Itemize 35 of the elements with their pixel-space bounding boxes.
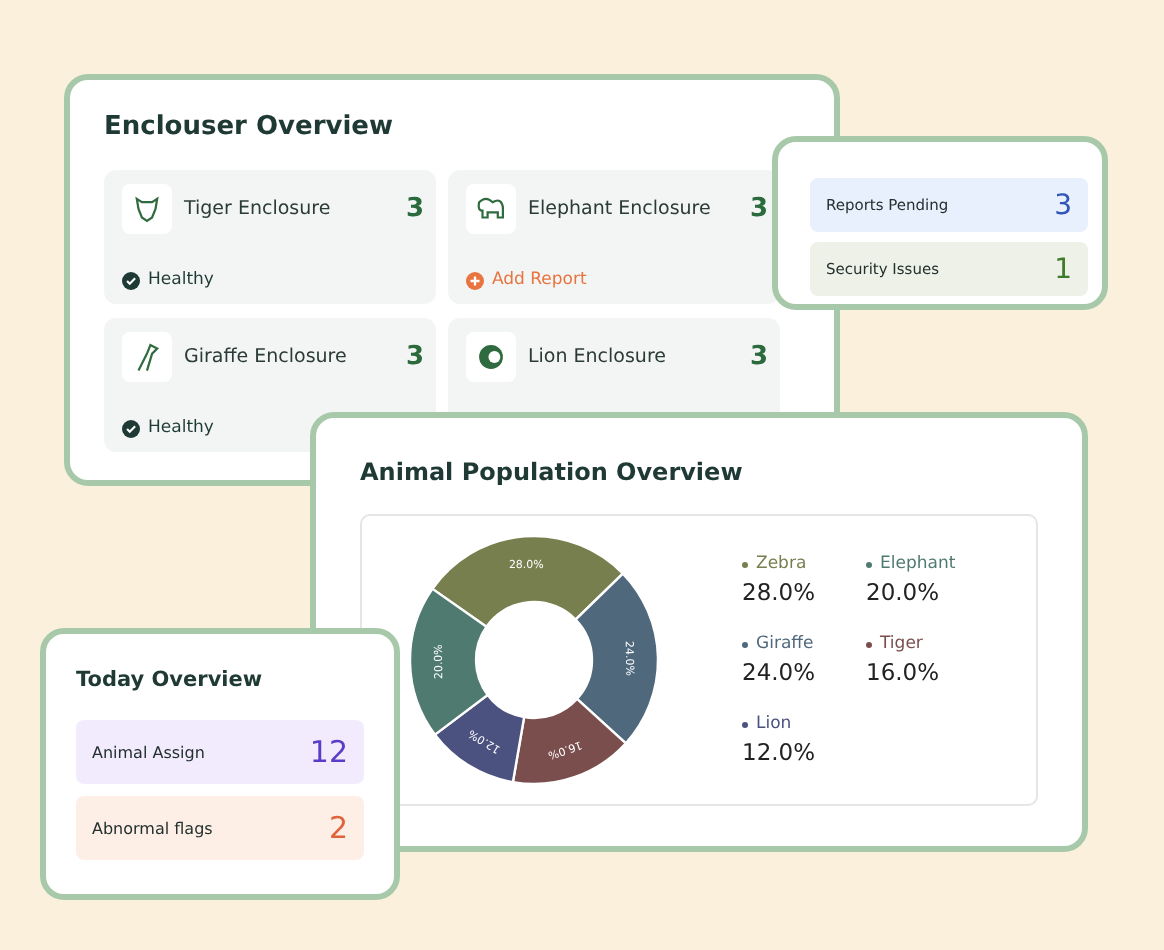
overview-count: 12 xyxy=(309,734,348,770)
status-label: Healthy xyxy=(148,418,214,438)
overview-label: Abnormal flags xyxy=(92,819,213,837)
card-title: Today Overview xyxy=(76,668,265,692)
legend-value: 12.0% xyxy=(742,738,818,766)
enclosure-name: Giraffe Enclosure xyxy=(184,346,349,368)
status-label: Healthy xyxy=(148,270,214,290)
plus-icon xyxy=(466,271,484,289)
enclosure-name: Elephant Enclosure xyxy=(528,198,713,220)
enclosure-count: 3 xyxy=(749,194,768,224)
check-icon xyxy=(122,271,140,289)
enclosure-count: 3 xyxy=(405,342,424,372)
card-title: Enclouser Overview xyxy=(104,112,395,142)
overview-count: 2 xyxy=(328,810,348,846)
enclosure-count: 3 xyxy=(749,342,768,372)
enclosure-name: Tiger Enclosure xyxy=(184,198,333,220)
alert-count: 3 xyxy=(1054,189,1072,221)
legend-label: Giraffe xyxy=(756,634,814,654)
legend-label: Elephant xyxy=(880,554,956,574)
alert-count: 1 xyxy=(1054,253,1072,285)
enclosure-count: 3 xyxy=(405,194,424,224)
check-icon xyxy=(122,419,140,437)
enclosure-tile[interactable]: Tiger Enclosure 3 Healthy xyxy=(104,170,436,304)
enclosure-name: Lion Enclosure xyxy=(528,346,668,368)
overview-label: Animal Assign xyxy=(92,743,205,761)
card-title: Animal Population Overview xyxy=(360,458,745,486)
enclosure-tile[interactable]: Elephant Enclosure 3 Add Report xyxy=(448,170,780,304)
legend-value: 28.0% xyxy=(742,578,818,606)
elephant-icon xyxy=(466,184,516,234)
legend-value: 20.0% xyxy=(866,578,942,606)
legend-label: Lion xyxy=(756,714,792,734)
legend-label: Zebra xyxy=(756,554,807,574)
legend-value: 24.0% xyxy=(742,658,818,686)
legend-label: Tiger xyxy=(880,634,923,654)
legend-value: 16.0% xyxy=(866,658,942,686)
